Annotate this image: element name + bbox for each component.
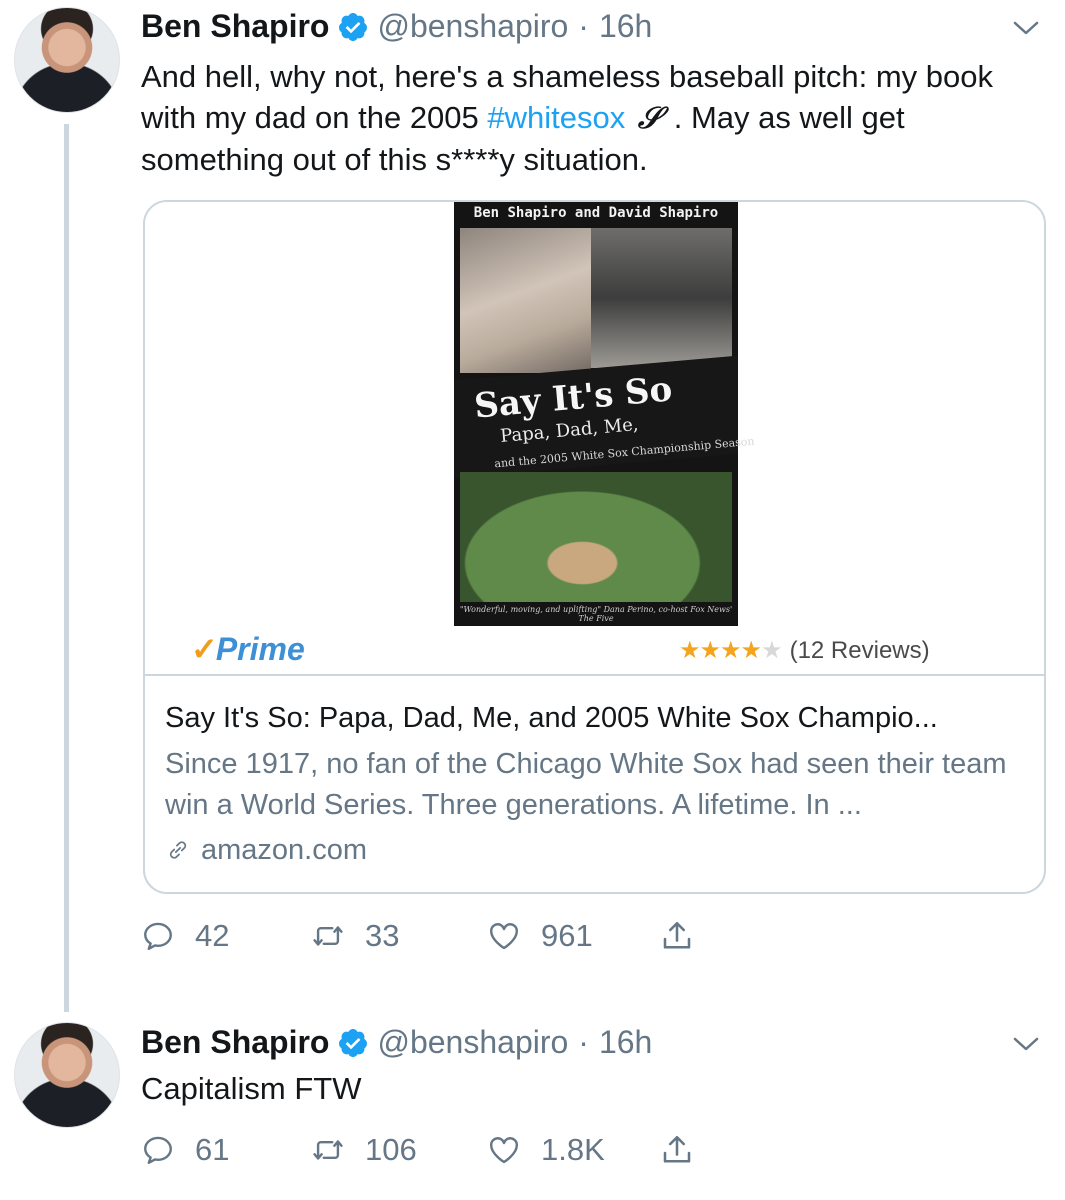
separator-dot: ·	[578, 8, 589, 44]
white-sox-logo-icon: 𝒮	[637, 101, 662, 136]
card-description: Since 1917, no fan of the Chicago White …	[165, 748, 1007, 821]
star-rating: ★★★★★	[679, 636, 783, 665]
reply-icon	[144, 922, 172, 950]
retweet-button[interactable]: 33	[311, 918, 487, 954]
tweet-2[interactable]: Ben Shapiro @benshapiro · 16h Capitalism…	[0, 1010, 1065, 1200]
review-count: (12 Reviews)	[789, 636, 930, 664]
separator-dot: ·	[578, 1024, 589, 1060]
book-cover-image: Ben Shapiro and David Shapiro Say It's S…	[454, 202, 755, 626]
reply-count: 42	[195, 918, 230, 953]
book-authors: Ben Shapiro and David Shapiro	[473, 205, 719, 221]
avatar[interactable]	[14, 7, 120, 113]
card-body: Say It's So: Papa, Dad, Me, and 2005 Whi…	[165, 698, 1027, 870]
tweet-header: Ben Shapiro @benshapiro · 16h	[141, 1024, 652, 1061]
card-title: Say It's So: Papa, Dad, Me, and 2005 Whi…	[165, 702, 938, 734]
retweet-icon	[313, 926, 343, 946]
like-button[interactable]: 961	[487, 918, 659, 954]
book-quote: "Wonderful, moving, and uplifting" Dana …	[459, 605, 733, 623]
action-bar: 61 106 1.8K	[141, 1132, 715, 1168]
stars-filled: ★★★★	[679, 637, 762, 664]
retweet-button[interactable]: 106	[311, 1132, 487, 1168]
heart-icon	[490, 923, 518, 950]
display-name[interactable]: Ben Shapiro	[141, 1024, 329, 1061]
reply-button[interactable]: 42	[141, 918, 311, 954]
thread-line	[64, 124, 69, 1012]
share-button[interactable]	[659, 1132, 715, 1168]
tweet-text: Capitalism FTW	[141, 1071, 362, 1106]
prime-check-icon: ✓	[191, 631, 218, 667]
tweet-1[interactable]: Ben Shapiro @benshapiro · 16h And hell, …	[0, 0, 1065, 1012]
avatar[interactable]	[14, 1022, 120, 1128]
prime-label: Prime	[215, 631, 305, 667]
hashtag-link[interactable]: #whitesox	[487, 100, 625, 135]
link-card[interactable]: Ben Shapiro and David Shapiro Say It's S…	[143, 200, 1046, 894]
handle[interactable]: @benshapiro	[377, 1024, 568, 1061]
reply-icon	[144, 1136, 172, 1164]
stars-empty: ★	[761, 637, 782, 664]
heart-icon	[490, 1137, 518, 1164]
display-name[interactable]: Ben Shapiro	[141, 8, 329, 45]
retweet-count: 106	[365, 1132, 417, 1167]
link-icon	[169, 841, 187, 859]
like-button[interactable]: 1.8K	[487, 1132, 659, 1168]
share-icon	[663, 1135, 691, 1163]
tweet-text: And hell, why not, here's a shameless ba…	[141, 56, 1041, 180]
like-count: 1.8K	[541, 1132, 605, 1167]
handle[interactable]: @benshapiro	[377, 8, 568, 45]
action-bar: 42 33 961	[141, 918, 715, 954]
retweet-icon	[313, 1140, 343, 1160]
chevron-down-icon[interactable]	[1011, 1034, 1041, 1054]
card-media: Ben Shapiro and David Shapiro Say It's S…	[145, 202, 1044, 676]
share-icon	[663, 921, 691, 949]
retweet-count: 33	[365, 918, 400, 953]
verified-badge-icon	[339, 12, 368, 41]
timestamp[interactable]: 16h	[599, 1024, 652, 1061]
book-photo-family	[460, 228, 591, 373]
reply-button[interactable]: 61	[141, 1132, 311, 1168]
card-domain-text: amazon.com	[201, 834, 368, 866]
reply-count: 61	[195, 1132, 230, 1167]
timestamp[interactable]: 16h	[599, 8, 652, 45]
rating: ★★★★★ (12 Reviews)	[679, 636, 930, 665]
book-photo-ballpark	[460, 472, 732, 602]
share-button[interactable]	[659, 918, 715, 954]
like-count: 961	[541, 918, 593, 953]
prime-badge: ✓Prime	[191, 630, 305, 668]
verified-badge-icon	[339, 1028, 368, 1057]
tweet-header: Ben Shapiro @benshapiro · 16h	[141, 8, 652, 45]
chevron-down-icon[interactable]	[1011, 18, 1041, 38]
book-photo-stadium-fans	[591, 228, 732, 368]
card-domain: amazon.com	[165, 830, 1027, 870]
